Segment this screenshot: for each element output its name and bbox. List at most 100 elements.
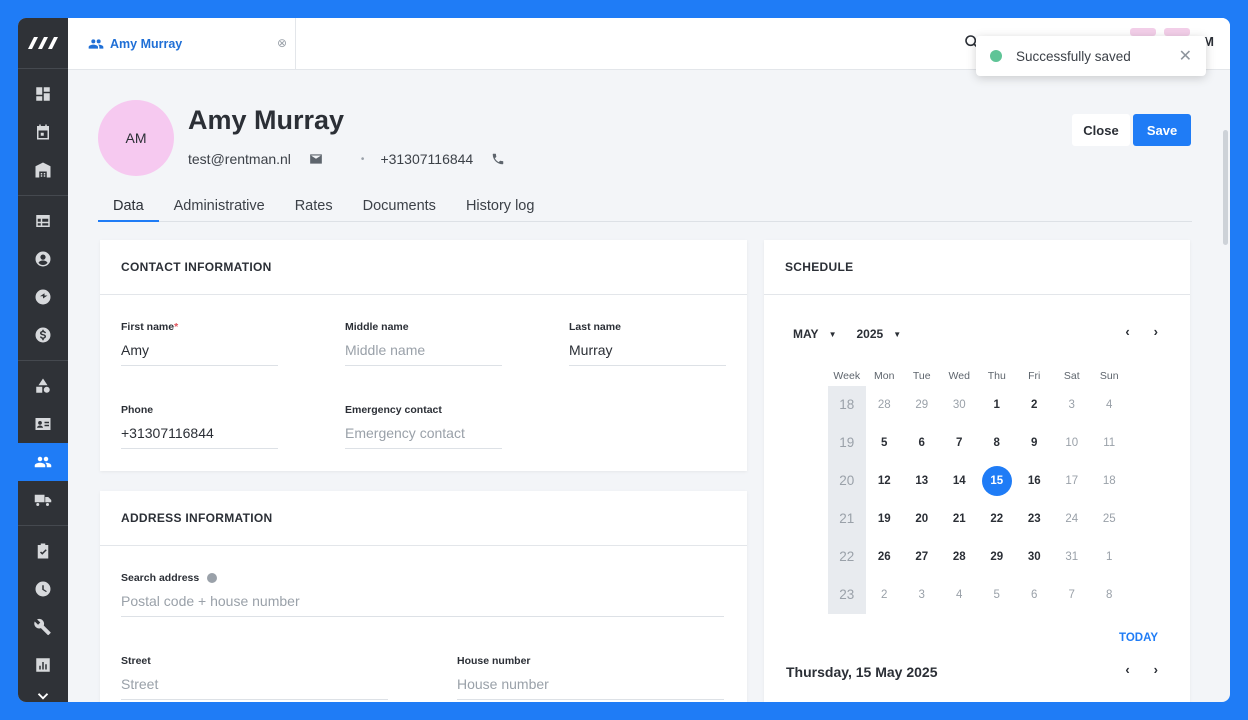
info-icon[interactable] [207,573,218,583]
calendar-day[interactable]: 7 [1053,589,1091,601]
calendar-day[interactable]: 18 [1091,475,1129,487]
avatar[interactable]: AM [98,100,174,176]
tab-administrative[interactable]: Administrative [159,190,280,222]
mail-icon[interactable] [309,152,323,166]
tab-documents[interactable]: Documents [348,190,451,222]
emergency-contact-input[interactable]: Emergency contact [345,425,502,449]
calendar-day[interactable]: 13 [903,475,941,487]
calendar-day[interactable]: 14 [941,475,979,487]
house-number-field[interactable]: House number House number [457,655,724,700]
calendar-day[interactable]: 4 [941,589,979,601]
calendar-day[interactable]: 5 [978,589,1016,601]
scrollbar[interactable] [1223,130,1228,245]
prev-month-icon[interactable]: ‹ [1125,324,1129,339]
week-number[interactable]: 22 [828,538,866,576]
report-icon[interactable] [18,646,68,684]
tab-close-icon[interactable]: ⊗ [277,36,287,50]
calendar-day[interactable]: 2 [866,589,904,601]
calendar-day[interactable]: 16 [1016,475,1054,487]
table-icon[interactable] [18,202,68,240]
first-name-input[interactable]: Amy [121,342,278,366]
clock-icon[interactable] [18,570,68,608]
first-name-field[interactable]: First name * Amy [121,321,278,366]
calendar-day[interactable]: 30 [941,399,979,411]
week-number[interactable]: 23 [828,576,866,614]
today-button[interactable]: TODAY [1119,632,1158,644]
calendar-day[interactable]: 7 [941,437,979,449]
phone-field[interactable]: Phone +31307116844 [121,404,278,449]
calendar-day[interactable]: 6 [1016,589,1054,601]
week-number[interactable]: 21 [828,500,866,538]
contact-card-icon[interactable] [18,405,68,443]
dashboard-icon[interactable] [18,75,68,113]
calendar-day[interactable]: 3 [1053,399,1091,411]
chevron-down-icon[interactable] [18,684,68,702]
calendar-day[interactable]: 10 [1053,437,1091,449]
calendar-day[interactable]: 24 [1053,513,1091,525]
tab-rates[interactable]: Rates [280,190,348,222]
last-name-input[interactable]: Murray [569,342,726,366]
calendar-day[interactable]: 23 [1016,513,1054,525]
phone-input[interactable]: +31307116844 [121,425,278,449]
dollar-icon[interactable] [18,316,68,354]
selected-day[interactable]: 15 [981,466,1012,496]
checklist-icon[interactable] [18,532,68,570]
year-select[interactable]: 2025 ▼ [857,327,902,341]
calendar-day[interactable]: 30 [1016,551,1054,563]
middle-name-input[interactable]: Middle name [345,342,502,366]
calendar-day[interactable]: 31 [1053,551,1091,563]
calendar-day[interactable]: 28 [941,551,979,563]
rentman-logo[interactable] [18,18,68,68]
next-day-icon[interactable]: › [1154,662,1158,677]
emergency-contact-field[interactable]: Emergency contact Emergency contact [345,404,502,449]
house-number-input[interactable]: House number [457,676,724,700]
calendar-day[interactable]: 22 [978,513,1016,525]
calendar-day[interactable]: 21 [941,513,979,525]
prev-day-icon[interactable]: ‹ [1125,662,1129,677]
calendar-icon[interactable] [18,113,68,151]
calendar-day[interactable]: 3 [903,589,941,601]
calendar-day[interactable]: 25 [1091,513,1129,525]
week-number[interactable]: 19 [828,424,866,462]
tab-history-log[interactable]: History log [451,190,550,222]
calendar-day[interactable]: 6 [903,437,941,449]
calendar-day[interactable]: 9 [1016,437,1054,449]
calendar-day[interactable]: 15 [978,466,1016,496]
search-address-field[interactable]: Search address Postal code + house numbe… [121,572,724,617]
calendar-day[interactable]: 27 [903,551,941,563]
next-month-icon[interactable]: › [1154,324,1158,339]
toast-close-icon[interactable]: ✕ [1179,46,1192,66]
phone-icon[interactable] [491,152,505,166]
calendar-day[interactable]: 1 [1091,551,1129,563]
calendar-day[interactable]: 17 [1053,475,1091,487]
calendar-day[interactable]: 8 [1091,589,1129,601]
last-name-field[interactable]: Last name Murray [569,321,726,366]
wrench-icon[interactable] [18,608,68,646]
street-input[interactable]: Street [121,676,388,700]
week-number[interactable]: 18 [828,386,866,424]
warehouse-icon[interactable] [18,151,68,189]
open-tab[interactable]: Amy Murray ⊗ [82,18,296,70]
account-icon[interactable] [18,240,68,278]
calendar-day[interactable]: 28 [866,399,904,411]
close-button[interactable]: Close [1072,114,1130,146]
calendar-day[interactable]: 4 [1091,399,1129,411]
street-field[interactable]: Street Street [121,655,388,700]
calendar-day[interactable]: 2 [1016,399,1054,411]
calendar-day[interactable]: 5 [866,437,904,449]
tab-data[interactable]: Data [98,190,159,222]
week-number[interactable]: 20 [828,462,866,500]
crew-icon[interactable] [18,278,68,316]
search-address-input[interactable]: Postal code + house number [121,593,724,617]
calendar-day[interactable]: 8 [978,437,1016,449]
calendar-day[interactable]: 20 [903,513,941,525]
shapes-icon[interactable] [18,367,68,405]
calendar-day[interactable]: 11 [1091,437,1129,449]
calendar-day[interactable]: 19 [866,513,904,525]
middle-name-field[interactable]: Middle name Middle name [345,321,502,366]
calendar-day[interactable]: 29 [978,551,1016,563]
month-select[interactable]: MAY ▼ [793,327,837,341]
calendar-day[interactable]: 29 [903,399,941,411]
truck-icon[interactable] [18,481,68,519]
save-button[interactable]: Save [1133,114,1191,146]
